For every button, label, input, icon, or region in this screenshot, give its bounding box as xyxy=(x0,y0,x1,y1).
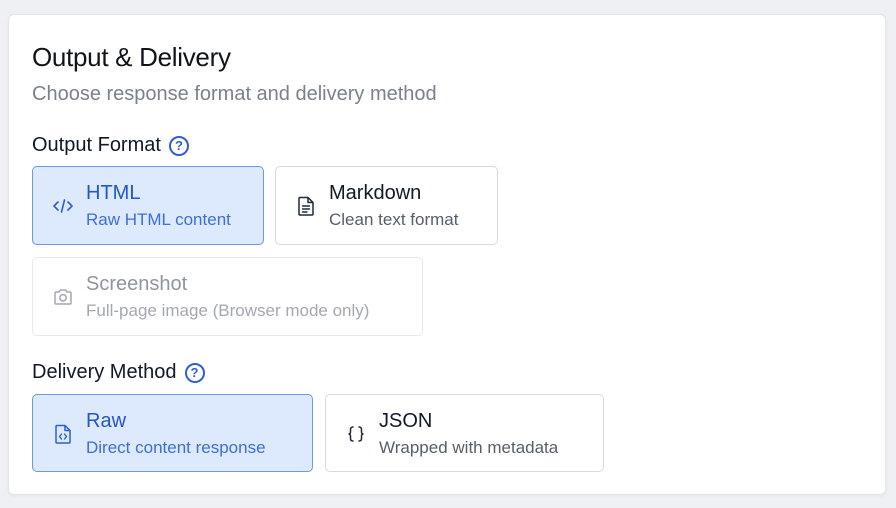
camera-icon xyxy=(54,289,72,305)
panel-subtitle: Choose response format and delivery meth… xyxy=(32,83,437,105)
option-description: Raw HTML content xyxy=(86,210,231,229)
option-label: JSON xyxy=(379,410,433,432)
option-description: Full-page image (Browser mode only) xyxy=(86,301,370,320)
code-icon xyxy=(53,199,73,213)
output-delivery-panel: Output & Delivery Choose response format… xyxy=(8,14,886,495)
format-option-html[interactable]: HTML Raw HTML content xyxy=(32,166,264,245)
code-file-icon xyxy=(55,424,71,444)
format-option-markdown[interactable]: Markdown Clean text format xyxy=(275,166,498,245)
format-option-screenshot: Screenshot Full-page image (Browser mode… xyxy=(32,257,423,336)
option-label: Raw xyxy=(86,410,127,432)
option-label: Markdown xyxy=(329,182,422,204)
question-circle-icon[interactable]: ? xyxy=(184,362,205,383)
option-description: Direct content response xyxy=(86,438,266,457)
option-description: Clean text format xyxy=(329,210,459,229)
delivery-option-raw[interactable]: Raw Direct content response xyxy=(32,394,313,472)
delivery-method-label: Delivery Method xyxy=(32,361,177,383)
option-label: Screenshot xyxy=(86,273,188,295)
delivery-method-heading: Delivery Method ? xyxy=(32,361,205,384)
output-format-label: Output Format xyxy=(32,134,161,156)
document-icon xyxy=(298,196,314,216)
delivery-option-json[interactable]: JSON Wrapped with metadata xyxy=(325,394,604,472)
option-description: Wrapped with metadata xyxy=(379,438,559,457)
question-circle-icon[interactable]: ? xyxy=(168,135,189,156)
option-label: HTML xyxy=(86,182,141,204)
panel-title: Output & Delivery xyxy=(32,42,231,72)
braces-icon xyxy=(348,426,364,442)
output-format-heading: Output Format ? xyxy=(32,134,189,157)
